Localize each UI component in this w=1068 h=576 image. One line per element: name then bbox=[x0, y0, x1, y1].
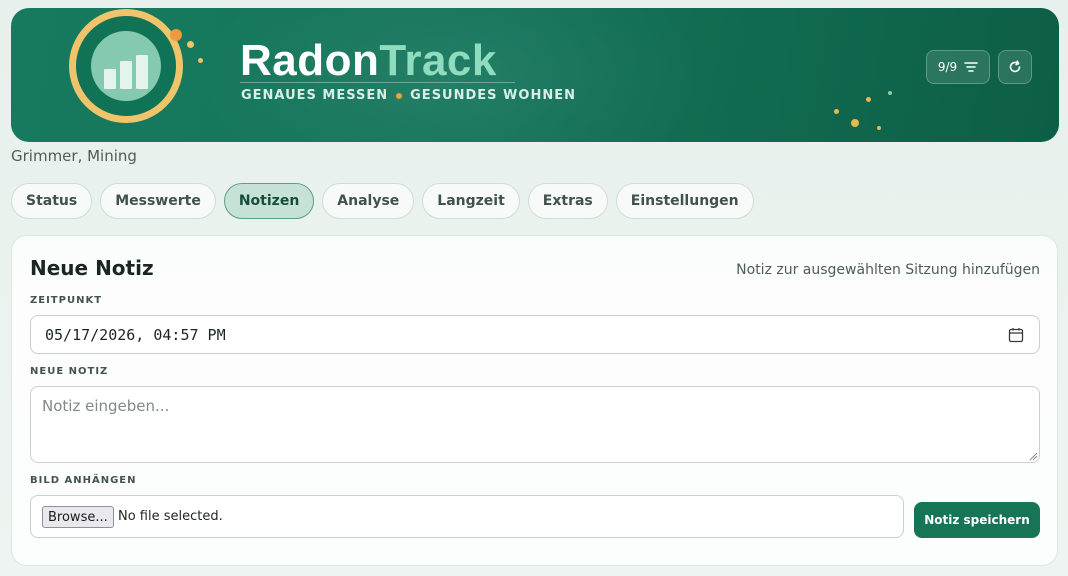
brand-name-part1: Radon bbox=[240, 36, 380, 85]
browse-button[interactable]: Browse... bbox=[42, 506, 114, 528]
save-note-button[interactable]: Notiz speichern bbox=[914, 502, 1040, 538]
refresh-icon bbox=[1009, 60, 1021, 73]
logo-orbit-dot-tiny bbox=[198, 58, 203, 63]
tab-notizen[interactable]: Notizen bbox=[223, 183, 315, 219]
decor-dot bbox=[888, 91, 892, 95]
filter-button[interactable]: 9/9 bbox=[926, 50, 990, 84]
brand-name-part2: Track bbox=[379, 36, 497, 85]
tagline-right: GESUNDES WOHNEN bbox=[410, 88, 576, 103]
resize-grip-icon[interactable] bbox=[1029, 452, 1038, 461]
filter-lines-icon bbox=[964, 62, 978, 72]
refresh-button[interactable] bbox=[998, 50, 1032, 84]
decor-dot bbox=[877, 126, 881, 130]
tab-analyse[interactable]: Analyse bbox=[322, 183, 415, 219]
file-input[interactable]: Browse... No file selected. bbox=[30, 495, 904, 538]
file-status: No file selected. bbox=[118, 509, 223, 524]
bar-chart-logo-icon bbox=[104, 55, 148, 89]
attach-label: BILD ANHÄNGEN bbox=[30, 475, 137, 486]
note-textarea[interactable] bbox=[30, 386, 1040, 463]
calendar-icon[interactable] bbox=[1008, 327, 1024, 343]
tab-messwerte[interactable]: Messwerte bbox=[100, 183, 216, 219]
tagline-separator-dot bbox=[396, 92, 403, 99]
timestamp-value: 05/17/2026, 04:57 PM bbox=[45, 326, 226, 344]
timestamp-label: ZEITPUNKT bbox=[30, 295, 103, 306]
location-label: Grimmer, Mining bbox=[11, 147, 137, 165]
tab-einstellungen[interactable]: Einstellungen bbox=[615, 183, 754, 219]
brand-title: RadonTrack bbox=[240, 38, 497, 84]
tab-bar: Status Messwerte Notizen Analyse Langzei… bbox=[11, 183, 754, 219]
tagline-left: GENAUES MESSEN bbox=[241, 88, 389, 103]
filter-count: 9/9 bbox=[937, 60, 958, 74]
logo-orbit-dot bbox=[170, 29, 182, 41]
note-label: NEUE NOTIZ bbox=[30, 366, 109, 377]
tab-langzeit[interactable]: Langzeit bbox=[422, 183, 520, 219]
decor-dot bbox=[851, 119, 859, 127]
brand-tagline: GENAUES MESSEN GESUNDES WOHNEN bbox=[241, 88, 576, 103]
card-title: Neue Notiz bbox=[30, 256, 154, 280]
brand-underline bbox=[240, 82, 515, 83]
decor-dot bbox=[866, 97, 871, 102]
card-hint: Notiz zur ausgewählten Sitzung hinzufüge… bbox=[736, 262, 1040, 278]
tab-status[interactable]: Status bbox=[11, 183, 93, 219]
tab-extras[interactable]: Extras bbox=[527, 183, 608, 219]
timestamp-input[interactable]: 05/17/2026, 04:57 PM bbox=[30, 315, 1040, 354]
decor-dot bbox=[834, 109, 839, 114]
logo-orbit-dot-small bbox=[187, 41, 194, 48]
